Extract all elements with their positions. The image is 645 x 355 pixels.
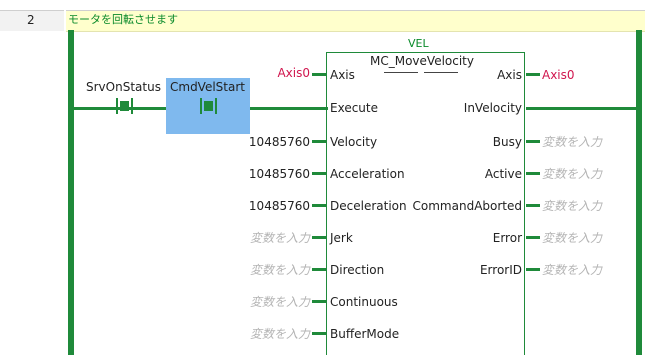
output-var-commandaborted[interactable]: 変数を入力	[542, 199, 602, 213]
fb-name: MC_MoveVelocity	[370, 54, 474, 68]
input-var-buffermode[interactable]: 変数を入力	[240, 327, 310, 341]
rung-wire-right	[526, 107, 636, 110]
fb-category: VEL	[408, 37, 429, 50]
right-power-rail	[636, 30, 642, 355]
output-var-axis[interactable]: Axis0	[542, 68, 575, 82]
contact-cmdvelstart[interactable]: CmdVelStart	[166, 78, 250, 134]
rung-comment: モータを回転させます	[68, 13, 178, 26]
output-pin-error	[526, 236, 540, 239]
input-var-velocity[interactable]: 10485760	[240, 135, 310, 149]
contact-left-bar	[116, 98, 118, 114]
output-label-active: Active	[484, 167, 522, 181]
input-label-buffermode: BufferMode	[330, 327, 400, 341]
input-pin-acceleration	[312, 172, 326, 175]
input-label-deceleration: Deceleration	[330, 199, 407, 213]
input-pin-velocity	[312, 140, 326, 143]
output-var-errorid[interactable]: 変数を入力	[542, 263, 602, 277]
contact-label: CmdVelStart	[170, 80, 245, 94]
input-pin-deceleration	[312, 204, 326, 207]
input-label-continuous: Continuous	[330, 295, 398, 309]
output-var-active[interactable]: 変数を入力	[542, 167, 602, 181]
output-label-error: Error	[492, 231, 522, 245]
contact-right-bar	[215, 98, 217, 114]
input-pin-direction	[312, 268, 326, 271]
left-power-rail	[68, 30, 74, 355]
output-label-errorid: ErrorID	[479, 263, 522, 277]
input-var-axis[interactable]: Axis0	[240, 66, 310, 80]
contact-body	[120, 101, 129, 111]
contact-left-bar	[200, 98, 202, 114]
input-var-continuous[interactable]: 変数を入力	[240, 295, 310, 309]
output-label-commandaborted: CommandAborted	[412, 199, 522, 213]
input-pin-buffermode	[312, 332, 326, 335]
fb-name-underline	[384, 72, 418, 73]
input-pin-continuous	[312, 300, 326, 303]
output-var-busy[interactable]: 変数を入力	[542, 135, 602, 149]
rung-number: 2	[27, 13, 35, 27]
contact-label: SrvOnStatus	[86, 80, 161, 94]
output-pin-commandaborted	[526, 204, 540, 207]
input-var-acceleration[interactable]: 10485760	[240, 167, 310, 181]
input-label-jerk: Jerk	[330, 231, 353, 245]
input-label-execute: Execute	[330, 101, 378, 115]
input-var-direction[interactable]: 変数を入力	[240, 263, 310, 277]
output-pin-busy	[526, 140, 540, 143]
output-pin-errorid	[526, 268, 540, 271]
input-pin-axis	[312, 73, 326, 76]
output-label-axis: Axis	[497, 68, 522, 82]
output-pin-axis	[526, 73, 540, 76]
input-label-velocity: Velocity	[330, 135, 378, 149]
input-var-deceleration[interactable]: 10485760	[240, 199, 310, 213]
input-label-direction: Direction	[330, 263, 385, 277]
output-label-invelocity: InVelocity	[463, 101, 522, 115]
contact-body	[204, 101, 213, 111]
contact-right-bar	[131, 98, 133, 114]
input-label-acceleration: Acceleration	[330, 167, 405, 181]
input-label-axis: Axis	[330, 68, 355, 82]
output-label-busy: Busy	[492, 135, 522, 149]
output-var-error[interactable]: 変数を入力	[542, 231, 602, 245]
input-pin-jerk	[312, 236, 326, 239]
output-pin-active	[526, 172, 540, 175]
contact-srvonstatus[interactable]: SrvOnStatus	[86, 72, 164, 134]
input-var-jerk[interactable]: 変数を入力	[240, 231, 310, 245]
